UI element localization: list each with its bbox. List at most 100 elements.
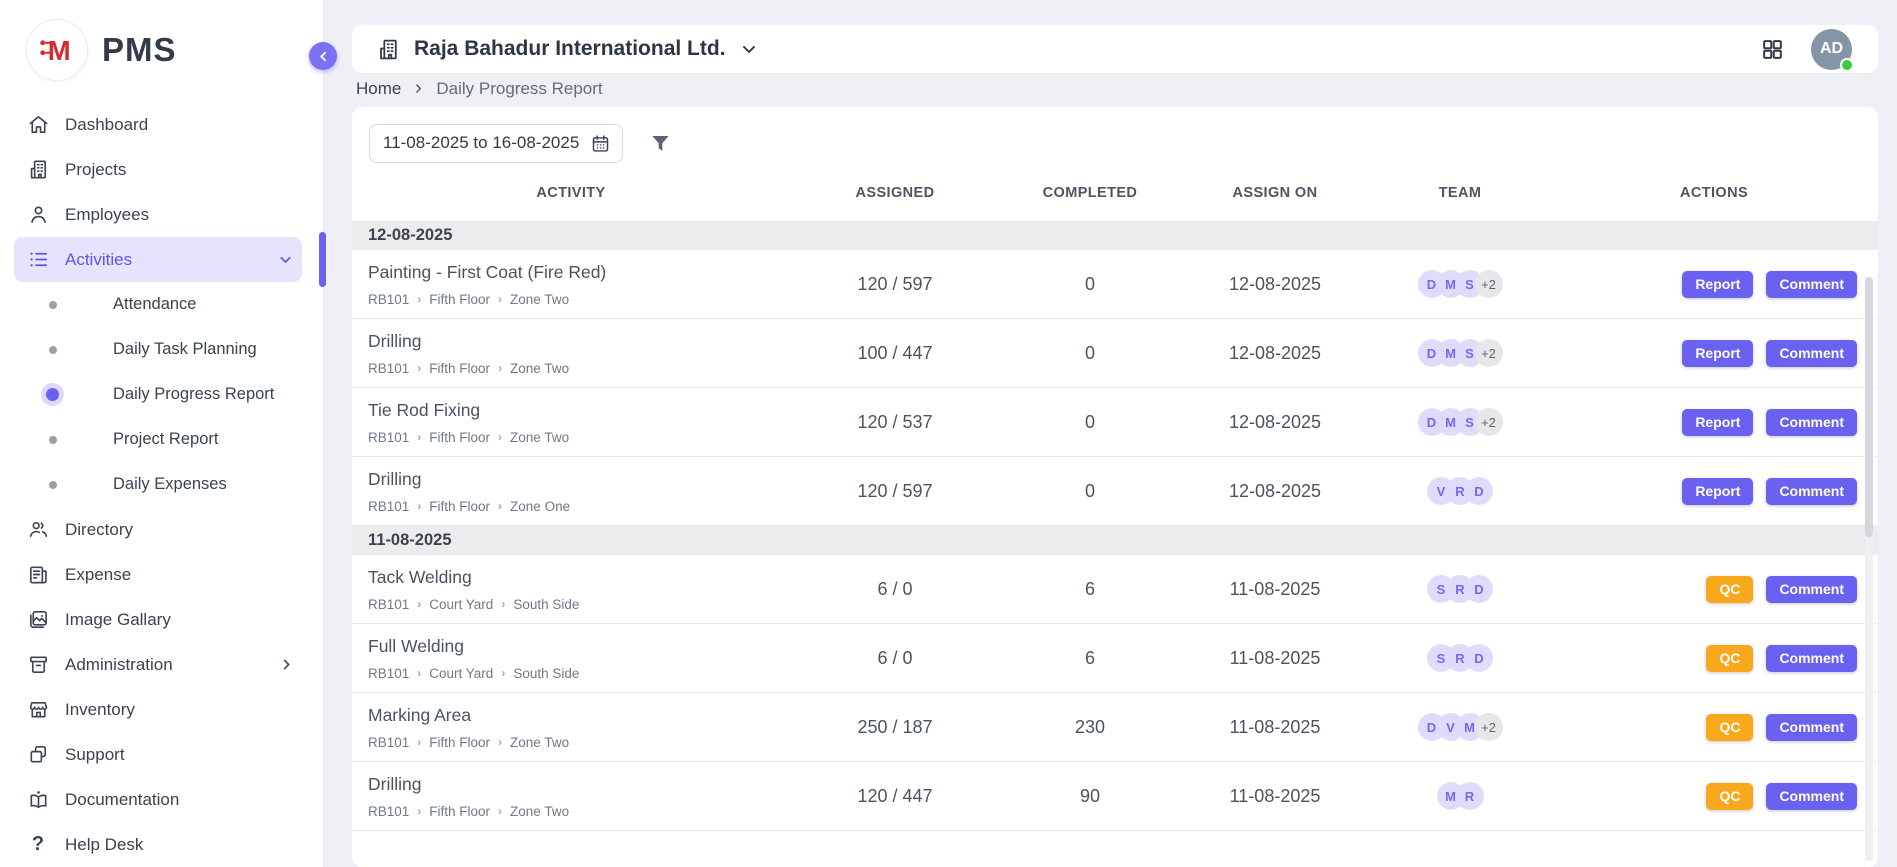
activity-path-segment: Zone Two [510, 292, 569, 307]
table-row: Full WeldingRB101›Court Yard›South Side6… [352, 624, 1878, 693]
scrollbar[interactable] [1865, 277, 1873, 861]
breadcrumb: Home Daily Progress Report [352, 73, 1878, 104]
apps-grid-icon[interactable] [1760, 37, 1785, 62]
activity-path-segment: Zone Two [510, 735, 569, 750]
sidebar-item-employees[interactable]: Employees [14, 192, 302, 237]
sidebar-subitem-project-report[interactable]: Project Report [14, 417, 302, 462]
activity-cell: Tie Rod FixingRB101›Fifth Floor›Zone Two [352, 400, 790, 445]
chevron-right-icon: › [501, 667, 505, 679]
svg-text:M: M [48, 35, 71, 66]
sidebar-item-directory[interactable]: Directory [14, 507, 302, 552]
people-icon [26, 518, 50, 542]
activity-path: RB101›Fifth Floor›Zone One [368, 499, 790, 514]
report-button[interactable]: Report [1682, 478, 1753, 505]
team-avatars: DMS+2 [1370, 339, 1550, 367]
assign-on-value: 11-08-2025 [1180, 717, 1370, 738]
sidebar-nav: Dashboard Projects Employees Activities [0, 84, 323, 867]
activity-title: Tie Rod Fixing [368, 400, 790, 421]
sidebar-item-inventory[interactable]: Inventory [14, 687, 302, 732]
breadcrumb-current: Daily Progress Report [436, 79, 602, 99]
activity-cell: DrillingRB101›Fifth Floor›Zone Two [352, 331, 790, 376]
chevron-right-icon: › [417, 431, 421, 443]
user-avatar[interactable]: AD [1811, 29, 1852, 70]
completed-value: 230 [1000, 717, 1180, 738]
top-header-bar: Raja Bahadur International Ltd. AD [352, 25, 1878, 73]
comment-button[interactable]: Comment [1766, 714, 1857, 741]
sidebar-item-image-gallary[interactable]: Image Gallary [14, 597, 302, 642]
activity-cell: Marking AreaRB101›Fifth Floor›Zone Two [352, 705, 790, 750]
row-actions: QC Comment [1550, 714, 1878, 741]
comment-button[interactable]: Comment [1766, 409, 1857, 436]
report-button[interactable]: Report [1682, 271, 1753, 298]
comment-button[interactable]: Comment [1766, 576, 1857, 603]
sidebar-item-activities[interactable]: Activities [14, 237, 302, 282]
activity-path-segment: Fifth Floor [429, 361, 490, 376]
company-selector[interactable]: Raja Bahadur International Ltd. [376, 37, 759, 62]
assigned-value: 120 / 447 [790, 786, 1000, 807]
filter-icon[interactable] [649, 132, 672, 155]
report-panel: 11-08-2025 to 16-08-2025 ACTIVITY ASSIGN… [352, 107, 1878, 867]
qc-button[interactable]: QC [1706, 576, 1753, 603]
question-icon: ? [26, 833, 50, 857]
sidebar-item-administration[interactable]: Administration [14, 642, 302, 687]
activity-path-segment: RB101 [368, 804, 409, 819]
sidebar-item-support[interactable]: Support [14, 732, 302, 777]
column-header-assigned: ASSIGNED [790, 185, 1000, 201]
sidebar-item-help-desk[interactable]: ? Help Desk [14, 822, 302, 867]
table-row: DrillingRB101›Fifth Floor›Zone Two120 / … [352, 762, 1878, 831]
assigned-value: 100 / 447 [790, 343, 1000, 364]
activity-title: Drilling [368, 331, 790, 352]
column-header-activity: ACTIVITY [352, 185, 790, 201]
list-icon [26, 248, 50, 272]
row-actions: QC Comment [1550, 645, 1878, 672]
sidebar-subitem-attendance[interactable]: Attendance [14, 282, 302, 327]
assign-on-value: 11-08-2025 [1180, 786, 1370, 807]
column-header-completed: COMPLETED [1000, 185, 1180, 201]
comment-button[interactable]: Comment [1766, 783, 1857, 810]
sidebar-subitem-daily-task-planning[interactable]: Daily Task Planning [14, 327, 302, 372]
table-row: Marking AreaRB101›Fifth Floor›Zone Two25… [352, 693, 1878, 762]
logo-m-icon: M [26, 19, 88, 81]
chevron-right-icon: › [417, 805, 421, 817]
copy-icon [26, 743, 50, 767]
qc-button[interactable]: QC [1706, 645, 1753, 672]
qc-button[interactable]: QC [1706, 783, 1753, 810]
qc-button[interactable]: QC [1706, 714, 1753, 741]
comment-button[interactable]: Comment [1766, 271, 1857, 298]
team-extra-badge: +2 [1475, 713, 1503, 741]
date-range-value: 11-08-2025 to 16-08-2025 [383, 133, 579, 153]
sidebar-collapse-button[interactable] [309, 42, 337, 70]
sidebar-subitem-daily-expenses[interactable]: Daily Expenses [14, 462, 302, 507]
scrollbar-thumb[interactable] [1865, 277, 1873, 537]
team-avatars: MR [1370, 782, 1550, 810]
sidebar-item-dashboard[interactable]: Dashboard [14, 102, 302, 147]
activity-cell: DrillingRB101›Fifth Floor›Zone Two [352, 774, 790, 819]
comment-button[interactable]: Comment [1766, 645, 1857, 672]
date-range-input[interactable]: 11-08-2025 to 16-08-2025 [369, 124, 623, 163]
team-avatar: D [1465, 575, 1493, 603]
chevron-right-icon: › [417, 362, 421, 374]
sidebar-item-expense[interactable]: Expense [14, 552, 302, 597]
building-icon [26, 158, 50, 182]
team-avatars: VRD [1370, 477, 1550, 505]
activity-path-segment: RB101 [368, 361, 409, 376]
comment-button[interactable]: Comment [1766, 478, 1857, 505]
report-button[interactable]: Report [1682, 340, 1753, 367]
report-button[interactable]: Report [1682, 409, 1753, 436]
sidebar-item-projects[interactable]: Projects [14, 147, 302, 192]
chevron-right-icon [412, 82, 425, 95]
assign-on-value: 12-08-2025 [1180, 481, 1370, 502]
team-avatars: DMS+2 [1370, 270, 1550, 298]
activity-path-segment: RB101 [368, 735, 409, 750]
activity-path-segment: RB101 [368, 499, 409, 514]
row-actions: Report Comment [1550, 340, 1878, 367]
comment-button[interactable]: Comment [1766, 340, 1857, 367]
sidebar-subitem-daily-progress-report[interactable]: Daily Progress Report [14, 372, 302, 417]
app-logo: M PMS [0, 0, 323, 84]
sidebar-item-documentation[interactable]: Documentation [14, 777, 302, 822]
activity-path-segment: Court Yard [429, 597, 493, 612]
breadcrumb-home[interactable]: Home [356, 79, 401, 99]
activity-cell: DrillingRB101›Fifth Floor›Zone One [352, 469, 790, 514]
bullet-dot-icon [49, 301, 57, 309]
bullet-dot-icon [49, 481, 57, 489]
